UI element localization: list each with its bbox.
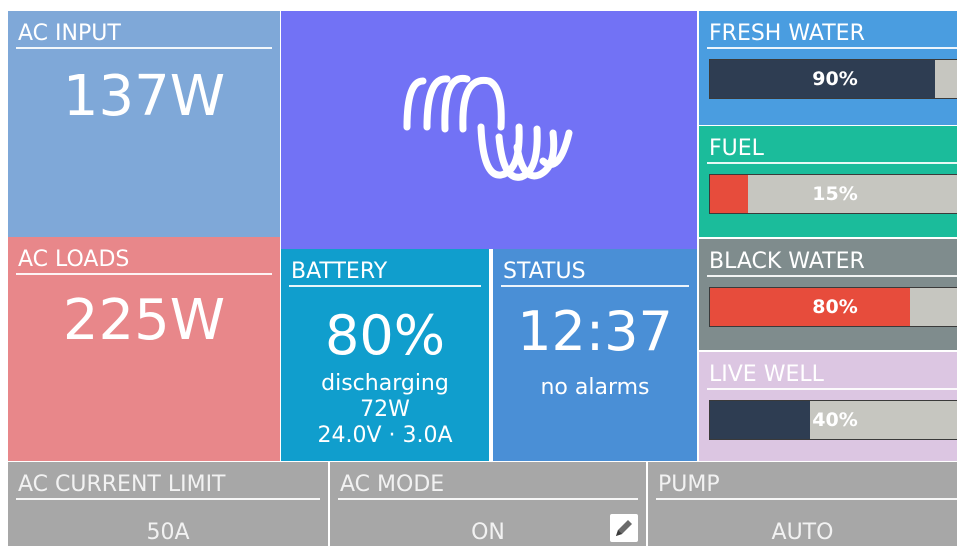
ac-mode-value: ON xyxy=(471,520,505,545)
tank-black-water-bar: 80% xyxy=(709,287,957,327)
ac-input-tile[interactable]: AC INPUT 137W xyxy=(8,11,280,237)
ac-input-value: 137W xyxy=(62,64,226,129)
tank-live-well-bar: 40% xyxy=(709,400,957,440)
pump-value: AUTO xyxy=(771,520,834,545)
battery-value: 80% xyxy=(324,304,446,367)
tank-black-water-title: BLACK WATER xyxy=(707,249,957,277)
ac-current-limit-value: 50A xyxy=(146,520,190,545)
battery-detail: 24.0V · 3.0A xyxy=(317,423,453,448)
battery-power: 72W xyxy=(360,397,410,422)
status-title: STATUS xyxy=(501,259,689,287)
ac-current-limit-button[interactable]: AC CURRENT LIMIT 50A xyxy=(8,462,328,546)
pencil-icon[interactable] xyxy=(610,514,638,542)
battery-tile[interactable]: BATTERY 80% discharging 72W 24.0V · 3.0A xyxy=(281,249,489,461)
tank-fuel[interactable]: FUEL 15% xyxy=(699,126,957,237)
pump-title: PUMP xyxy=(656,472,957,500)
tank-live-well-percent: 40% xyxy=(812,409,858,431)
tank-live-well[interactable]: LIVE WELL 40% xyxy=(699,352,957,461)
tank-fuel-bar: 15% xyxy=(709,174,957,214)
ac-current-limit-title: AC CURRENT LIMIT xyxy=(16,472,320,500)
pump-button[interactable]: PUMP AUTO xyxy=(648,462,957,546)
ac-mode-button[interactable]: AC MODE ON xyxy=(330,462,646,546)
tank-fresh-water-bar: 90% xyxy=(709,59,957,99)
battery-state: discharging xyxy=(321,371,449,396)
tank-black-water-percent: 80% xyxy=(812,296,858,318)
ac-loads-title: AC LOADS xyxy=(16,247,272,275)
victron-logo-icon xyxy=(403,74,573,181)
ac-mode-title: AC MODE xyxy=(338,472,638,500)
tank-fresh-water-percent: 90% xyxy=(812,68,858,90)
tank-fuel-title: FUEL xyxy=(707,136,957,164)
status-tile[interactable]: STATUS 12:37 no alarms xyxy=(493,249,697,461)
tank-live-well-title: LIVE WELL xyxy=(707,362,957,390)
tank-black-water[interactable]: BLACK WATER 80% xyxy=(699,239,957,350)
tank-fuel-percent: 15% xyxy=(812,183,858,205)
battery-title: BATTERY xyxy=(289,259,481,287)
status-time: 12:37 xyxy=(517,300,673,363)
tank-fresh-water-title: FRESH WATER xyxy=(707,21,957,49)
tank-fresh-water[interactable]: FRESH WATER 90% xyxy=(699,11,957,125)
ac-loads-tile[interactable]: AC LOADS 225W xyxy=(8,237,280,461)
ac-input-title: AC INPUT xyxy=(16,21,272,49)
ac-loads-value: 225W xyxy=(62,288,226,353)
status-alarms: no alarms xyxy=(540,375,650,400)
logo-tile xyxy=(281,11,697,249)
